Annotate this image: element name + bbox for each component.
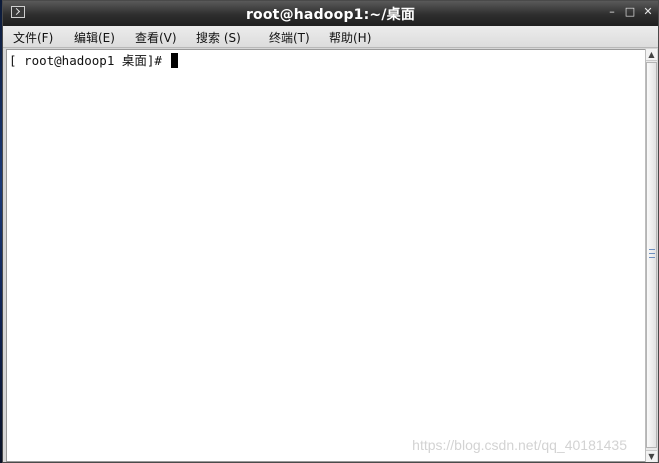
title-bar[interactable]: root@hadoop1:~/桌面 – □ ✕ (3, 1, 658, 26)
scroll-thumb[interactable] (646, 62, 657, 448)
window-title: root@hadoop1:~/桌面 (245, 7, 416, 23)
menu-bar: 文件(F) 编辑(E) 查看(V) 搜索 (S) 终端(T) 帮助(H) (3, 26, 658, 48)
prompt-line: [ root@hadoop1 桌面]# (9, 53, 179, 69)
vertical-scrollbar[interactable]: ▲ ▼ (645, 49, 657, 462)
text-cursor (171, 53, 179, 68)
menu-edit[interactable]: 编辑(E) (74, 29, 115, 46)
terminal-area[interactable]: [ root@hadoop1 桌面]# https://blog.csdn.ne… (6, 49, 646, 462)
menu-terminal[interactable]: 终端(T) (269, 29, 310, 46)
menu-file[interactable]: 文件(F) (13, 29, 53, 46)
scroll-grip-icon (649, 249, 655, 258)
shell-prompt: [ root@hadoop1 桌面]# (9, 53, 170, 68)
menu-search[interactable]: 搜索 (S) (196, 29, 241, 46)
scroll-up-icon[interactable]: ▲ (646, 49, 657, 61)
scroll-down-icon[interactable]: ▼ (646, 450, 657, 462)
maximize-button[interactable]: □ (624, 5, 636, 19)
window-controls: – □ ✕ (606, 5, 654, 19)
watermark: https://blog.csdn.net/qq_40181435 (412, 437, 627, 453)
terminal-window: root@hadoop1:~/桌面 – □ ✕ 文件(F) 编辑(E) 查看(V… (2, 0, 659, 463)
menu-view[interactable]: 查看(V) (135, 29, 177, 46)
minimize-button[interactable]: – (606, 5, 618, 19)
close-button[interactable]: ✕ (642, 5, 654, 19)
menu-help[interactable]: 帮助(H) (329, 29, 371, 46)
